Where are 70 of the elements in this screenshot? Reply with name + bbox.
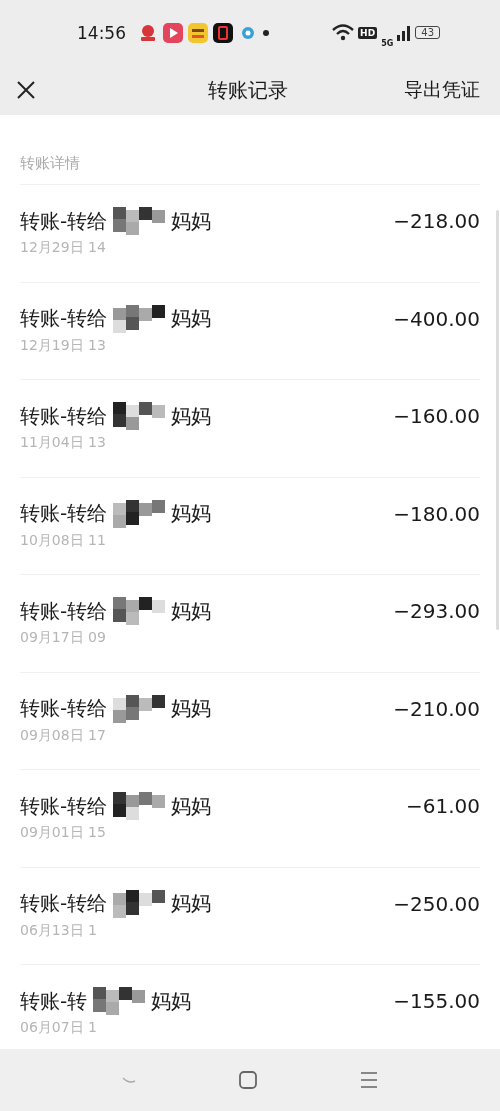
transaction-amount: −293.00	[393, 599, 480, 623]
more-dot-icon	[263, 29, 269, 36]
transaction-date: 12月19日 13	[20, 336, 107, 355]
transaction-date: 06月13日 1	[20, 921, 98, 940]
transaction-amount: −160.00	[393, 404, 480, 428]
transaction-name: 妈妈	[171, 500, 212, 527]
transaction-amount: −61.00	[406, 794, 480, 818]
transaction-name: 转账-转	[20, 987, 88, 1015]
transaction-name: 妈妈	[171, 597, 212, 625]
transaction-row[interactable]: 转账-转给 妈妈 09月08日 17 −210.00	[20, 672, 480, 770]
redaction-mosaic	[113, 597, 166, 625]
redaction-mosaic	[113, 694, 166, 723]
transaction-name: 转账-转给	[20, 305, 108, 332]
wifi-icon	[332, 24, 355, 41]
battery-indicator: 43	[415, 26, 440, 39]
transaction-amount: −218.00	[393, 209, 480, 233]
transaction-date: 12月29日 14	[20, 239, 107, 257]
transaction-name: 转账-转给	[20, 597, 108, 625]
transaction-row[interactable]: 转账-转给 妈妈 11月04日 13 −160.00	[20, 380, 480, 478]
page-title: 转账记录	[208, 76, 288, 104]
transaction-date: 11月04日 13	[20, 434, 107, 452]
section-label: 转账详情	[20, 115, 480, 185]
home-icon[interactable]	[239, 1071, 257, 1089]
stripes-app-icon	[188, 22, 208, 43]
transaction-name: 妈妈	[171, 305, 212, 332]
transaction-amount: −250.00	[393, 891, 480, 916]
redaction-mosaic	[113, 792, 166, 820]
transaction-amount: −180.00	[393, 501, 480, 526]
transaction-name: 转账-转给	[20, 890, 108, 917]
signal-icon	[397, 24, 412, 41]
transaction-name: 妈妈	[171, 792, 212, 820]
redaction-mosaic	[113, 304, 166, 333]
transaction-name: 妈妈	[171, 695, 212, 722]
dark-app-icon	[213, 22, 233, 43]
transaction-date: 06月07日 1	[20, 1019, 98, 1037]
redaction-mosaic	[113, 499, 166, 528]
transaction-name: 妈妈	[151, 987, 192, 1015]
transaction-date: 10月08日 11	[20, 531, 107, 550]
network-label: 5G	[381, 39, 394, 48]
status-time: 14:56	[77, 22, 126, 43]
transaction-row[interactable]: 转账-转给 妈妈 10月08日 11 −180.00	[20, 477, 480, 575]
transaction-date: 09月01日 15	[20, 824, 107, 842]
redaction-mosaic	[113, 889, 166, 918]
transaction-date: 09月17日 09	[20, 629, 107, 647]
transaction-amount: −400.00	[393, 306, 480, 331]
play-app-icon	[163, 22, 183, 43]
export-link[interactable]: 导出凭证	[404, 77, 480, 103]
close-icon[interactable]	[16, 80, 36, 100]
transaction-name: 妈妈	[171, 890, 212, 917]
transaction-name: 转账-转给	[20, 695, 108, 722]
transaction-amount: −210.00	[393, 696, 480, 721]
transaction-row[interactable]: 转账-转给 妈妈 09月17日 09 −293.00	[20, 575, 480, 673]
transaction-name: 转账-转给	[20, 500, 108, 527]
transaction-date: 09月08日 17	[20, 726, 107, 745]
transaction-name: 妈妈	[171, 207, 212, 235]
transaction-name: 妈妈	[171, 402, 212, 430]
hd-badge: HD	[358, 26, 378, 39]
redaction-mosaic	[93, 987, 146, 1015]
transaction-amount: −155.00	[393, 989, 480, 1013]
transaction-name: 转账-转给	[20, 207, 108, 235]
transaction-row[interactable]: 转账-转给 妈妈 06月13日 1 −250.00	[20, 867, 480, 965]
transaction-row[interactable]: 转账-转给 妈妈 12月29日 14 −218.00	[20, 185, 480, 283]
transaction-name: 转账-转给	[20, 402, 108, 430]
redaction-mosaic	[113, 207, 166, 235]
menu-icon[interactable]	[360, 1071, 379, 1089]
redaction-mosaic	[113, 402, 166, 430]
app-notification-icon	[138, 22, 158, 43]
transaction-row[interactable]: 转账-转给 妈妈 09月01日 15 −61.00	[20, 770, 480, 868]
transaction-row[interactable]: 转账-转给 妈妈 12月19日 13 −400.00	[20, 282, 480, 380]
transaction-name: 转账-转给	[20, 792, 108, 820]
